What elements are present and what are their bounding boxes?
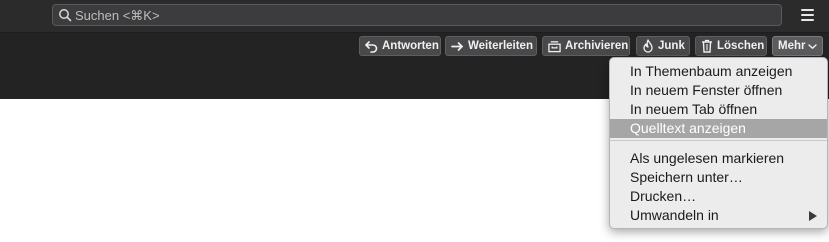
search-icon (58, 8, 72, 22)
junk-button[interactable]: Junk (636, 36, 690, 56)
forward-button[interactable]: Weiterleiten (445, 36, 537, 56)
menu-item-mark-unread[interactable]: Als ungelesen markieren (610, 149, 827, 168)
menu-separator (610, 140, 827, 141)
reply-icon (365, 40, 378, 53)
menu-item-print[interactable]: Drucken… (610, 187, 827, 206)
reply-label: Antworten (382, 40, 439, 52)
forward-label: Weiterleiten (468, 40, 533, 52)
trash-icon (701, 39, 713, 53)
menu-item-save-as[interactable]: Speichern unter… (610, 168, 827, 187)
chevron-down-icon (808, 40, 818, 53)
delete-label: Löschen (717, 40, 765, 52)
archive-button[interactable]: Archivieren (542, 36, 630, 56)
search-box[interactable] (52, 4, 782, 26)
more-button[interactable]: Mehr (772, 36, 823, 56)
menu-item-view-source[interactable]: Quelltext anzeigen (610, 119, 827, 138)
menu-item-open-in-new-window[interactable]: In neuem Fenster öffnen (610, 81, 827, 100)
delete-button[interactable]: Löschen (695, 36, 767, 56)
menu-item-convert-to[interactable]: Umwandeln in (610, 206, 827, 225)
submenu-arrow-icon (809, 211, 817, 221)
archive-box-icon (548, 40, 561, 53)
hamburger-menu-icon[interactable] (801, 9, 814, 22)
reply-button[interactable]: Antworten (359, 36, 441, 56)
archive-label: Archivieren (565, 40, 629, 52)
more-label: Mehr (778, 40, 806, 52)
forward-arrow-icon (451, 40, 464, 53)
menu-item-show-in-thread[interactable]: In Themenbaum anzeigen (610, 62, 827, 81)
junk-label: Junk (658, 40, 685, 52)
menu-item-convert-to-label: Umwandeln in (630, 207, 719, 223)
flame-icon (642, 39, 654, 53)
menu-item-open-in-new-tab[interactable]: In neuem Tab öffnen (610, 100, 827, 119)
top-bar (0, 0, 829, 33)
more-dropdown-menu: In Themenbaum anzeigen In neuem Fenster … (609, 57, 828, 229)
search-input[interactable] (75, 7, 765, 23)
